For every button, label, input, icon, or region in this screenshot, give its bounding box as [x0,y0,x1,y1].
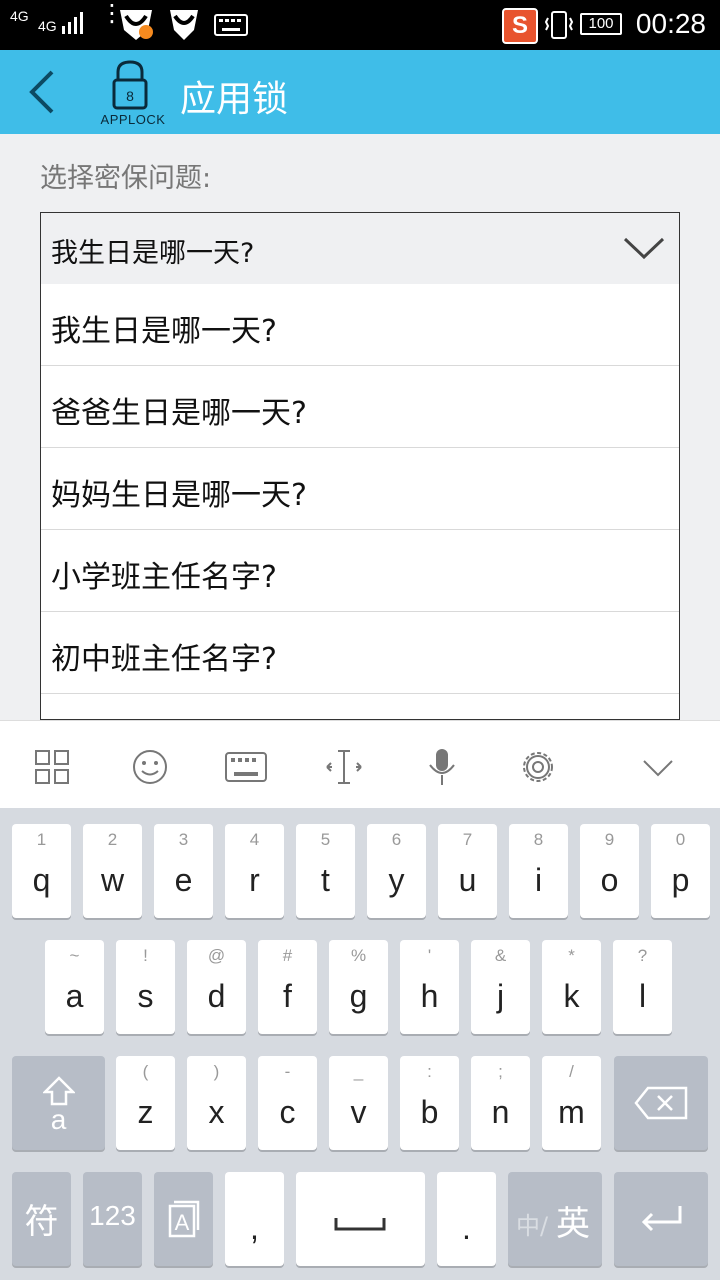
key-g[interactable]: % g [329,940,388,1034]
space-bar-icon [334,1218,386,1231]
shift-key[interactable]: a [12,1056,105,1150]
clock: 00:28 [635,8,706,39]
question-option[interactable]: 妈妈生日是哪一天? [41,448,679,530]
key-i[interactable]: 8i [509,824,568,918]
key-j[interactable]: & j [471,940,530,1034]
applock-logo: 8 APPLOCK [96,56,170,128]
question-dropdown-list: 我生日是哪一天? 爸爸生日是哪一天? 妈妈生日是哪一天? 小学班主任名字? 初中… [40,284,680,720]
key-p[interactable]: 0p [651,824,710,918]
key-t[interactable]: 5t [296,824,355,918]
hide-keyboard-chevron-icon[interactable] [636,745,680,789]
handwriting-mode-icon: A [168,1200,200,1238]
status-bar: 4G 4G ⋮ S 100 00:28 [0,0,720,50]
battery-level: 100 [588,15,614,32]
key-e[interactable]: 3e [154,824,213,918]
key-k[interactable]: * k [542,940,601,1034]
key-w[interactable]: 2w [83,824,142,918]
key-r[interactable]: 4r [225,824,284,918]
key-l[interactable]: ? l [613,940,672,1034]
numbers-key[interactable]: 123 [83,1172,142,1266]
network-type-2: 4G [38,18,57,34]
page-title: 应用锁 [180,79,289,120]
key-f[interactable]: # f [258,940,317,1034]
period-key[interactable]: . [437,1172,496,1266]
keyboard: 1q 2w 3e 4r 5t 6y 7u 8i 9o 0p ~ a ! s @ d #… [0,808,720,1280]
question-option[interactable]: 我生日是哪一天? [41,284,679,366]
backspace-icon [634,1086,688,1120]
enter-arrow-icon [641,1206,682,1232]
selected-question: 我生日是哪一天? [51,238,255,269]
sogou-ime-icon: S [502,8,538,44]
grid-menu-icon[interactable] [30,745,74,789]
network-type-1: 4G [10,8,29,24]
signal-bars-icon [62,12,83,34]
security-question-label: 选择密保问题: [40,163,212,194]
shift-arrow-icon [43,1076,75,1106]
cursor-move-icon[interactable] [322,745,366,789]
key-y[interactable]: 6y [367,824,426,918]
key-s[interactable]: ! s [116,940,175,1034]
question-option[interactable]: 初中班主任名字? [41,612,679,694]
comma-key[interactable]: , [225,1172,284,1266]
keyboard-status-icon [214,14,248,36]
key-u[interactable]: 7u [438,824,497,918]
key-o[interactable]: 9o [580,824,639,918]
app-bar: 8 APPLOCK 应用锁 [0,50,720,134]
padlock-icon: 8 [112,60,148,110]
key-z[interactable]: (z [116,1056,175,1150]
svg-text:A: A [175,1210,190,1235]
keyboard-toolbar [0,720,720,808]
language-switch-key[interactable]: 中/ 英 [508,1172,602,1266]
back-arrow-icon[interactable] [22,68,62,116]
key-q[interactable]: 1q [12,824,71,918]
key-d[interactable]: @ d [187,940,246,1034]
vibrate-icon [544,11,574,39]
logo-text: APPLOCK [100,112,166,127]
key-b[interactable]: :b [400,1056,459,1150]
security-question-select[interactable]: 我生日是哪一天? [40,212,680,285]
emoji-icon[interactable] [128,745,172,789]
key-a[interactable]: ~ a [45,940,104,1034]
enter-key[interactable] [614,1172,708,1266]
key-h[interactable]: ' h [400,940,459,1034]
question-option[interactable]: 小学班主任名字? [41,530,679,612]
battery-icon: 100 [580,13,622,35]
key-v[interactable]: _ v [329,1056,388,1150]
microphone-icon[interactable] [420,745,464,789]
backspace-key[interactable] [614,1056,708,1150]
key-x[interactable]: ) x [187,1056,246,1150]
question-option[interactable]: 爸爸生日是哪一天? [41,366,679,448]
key-n[interactable]: ; n [471,1056,530,1150]
gear-icon[interactable] [516,745,560,789]
chevron-down-icon [623,237,665,260]
key-c[interactable]: -c [258,1056,317,1150]
symbols-key[interactable]: 符 [12,1172,71,1266]
security-shield-icon [170,10,198,40]
space-key[interactable] [296,1172,425,1266]
svg-text:8: 8 [126,88,134,104]
shield-app-icon [120,10,153,40]
key-m[interactable]: / m [542,1056,601,1150]
keyboard-icon[interactable] [224,745,268,789]
input-mode-key[interactable]: A [154,1172,213,1266]
